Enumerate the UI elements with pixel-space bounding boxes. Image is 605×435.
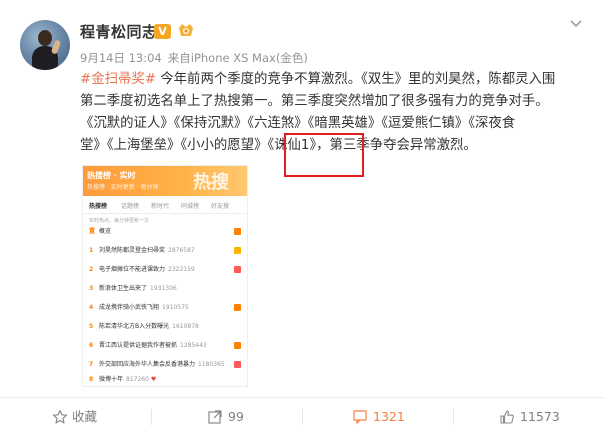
row-hot: 1931306 xyxy=(150,285,177,292)
row-rank: 4 xyxy=(89,304,94,311)
image-tab-1: 话题榜 xyxy=(121,203,140,210)
row-title: 成龙携伴骑小武侠飞翔 xyxy=(99,304,160,311)
image-tab-4: 好友搜 xyxy=(211,203,230,210)
comment-count: 1321 xyxy=(373,409,405,424)
row-rank: 2 xyxy=(89,266,94,273)
image-tabs: 热搜榜 话题榜 新时代 同城榜 好友搜 xyxy=(83,196,247,214)
image-list-row: 4 成龙携伴骑小武侠飞翔 1910575 xyxy=(89,302,243,318)
avatar-arm-shape xyxy=(50,39,62,55)
row-rank: 8 xyxy=(89,376,94,383)
row-hot: 2322159 xyxy=(168,266,195,273)
favorite-label: 收藏 xyxy=(72,409,98,424)
row-tag-icon xyxy=(234,228,241,235)
row-hot: 2876587 xyxy=(168,247,195,254)
row-rank: 置 xyxy=(89,228,96,235)
row-tag-icon xyxy=(234,266,241,273)
row-title: 概览 xyxy=(99,228,112,235)
star-icon xyxy=(52,409,68,424)
row-hot: 1610878 xyxy=(172,323,199,330)
row-tag-icon xyxy=(234,361,241,368)
row-title: 新浪体卫生出来了 xyxy=(99,285,148,292)
row-title: 电子烟摊位不能进课致力 xyxy=(99,266,166,273)
repost-icon xyxy=(208,410,222,424)
post-timestamp-link[interactable]: 9月14日 13:04 xyxy=(80,51,162,65)
row-hot: 1910575 xyxy=(162,304,189,311)
avatar[interactable] xyxy=(20,20,70,70)
row-tag-icon xyxy=(234,304,241,311)
row-rank: 1 xyxy=(89,247,94,254)
hashtag-link[interactable]: #金扫帚奖# xyxy=(80,72,156,87)
post-text-line-3: 《沉默的证人》《保持沉默》《六连煞》《暗黑英雄》《逗爱熊仁镇》《深夜食 xyxy=(80,116,516,131)
image-list-row: 8 微博十年 817260 ♥ xyxy=(89,374,243,386)
row-title: 外交部回应海外华人集会反香港暴力 xyxy=(99,361,196,368)
chevron-down-icon[interactable] xyxy=(568,16,584,32)
post-image[interactable]: 热搜榜 · 实时 热搜榜 · 实时更新 · 每分钟 热搜 热搜榜 话题榜 新时代… xyxy=(82,165,248,387)
like-button[interactable]: 11573 xyxy=(453,398,604,435)
avatar-head-shape xyxy=(38,30,52,46)
row-title: 陈若清华北方B入分数曝光 xyxy=(99,323,170,330)
image-list-row: 1 刘昊然陈都灵登金扫帚奖 2876587 xyxy=(89,245,243,261)
image-sub-note: 实时热点，每分钟更新一次 xyxy=(89,218,150,224)
image-list-row: 7 外交部回应海外华人集会反香港暴力 1180365 xyxy=(89,359,243,375)
post-source-prefix: 来自 xyxy=(167,51,191,65)
thumbs-up-icon xyxy=(500,410,514,424)
favorite-button[interactable]: 收藏 xyxy=(0,398,151,435)
vip-member-icon[interactable] xyxy=(176,22,196,40)
image-banner-title: 热搜 xyxy=(193,172,229,193)
row-hot: 817260 xyxy=(126,376,149,383)
row-tag-icon xyxy=(234,247,241,254)
comment-button[interactable]: 1321 xyxy=(302,398,453,435)
row-rank: 5 xyxy=(89,323,94,330)
row-rank: 7 xyxy=(89,361,94,368)
like-count: 11573 xyxy=(520,409,560,424)
post-text-line-1-rest: 今年前两个季度的竞争不算激烈。《双生》里的刘昊然，陈都灵入围 xyxy=(156,72,556,87)
comment-icon xyxy=(353,410,367,425)
post-text-line-1: #金扫帚奖# 今年前两个季度的竞争不算激烈。《双生》里的刘昊然，陈都灵入围 xyxy=(80,69,580,91)
post-text-line-2: 第二季度初选名单上了热搜第一。第三季度突然增加了很多强有力的竞争对手。 xyxy=(80,94,549,109)
repost-button[interactable]: 99 xyxy=(151,398,302,435)
row-title: 微博十年 xyxy=(99,376,124,383)
user-name-link[interactable]: 程青松同志 xyxy=(80,21,158,42)
image-list-row: 2 电子烟摊位不能进课致力 2322159 xyxy=(89,264,243,280)
image-tab-3: 同城榜 xyxy=(181,203,200,210)
image-list-row: 置概览 xyxy=(89,226,243,242)
row-rank: 3 xyxy=(89,285,94,292)
weibo-post-card: 程青松同志 V 9月14日 13:04 来自iPhone XS Max(金色) #… xyxy=(0,0,605,435)
post-meta: 9月14日 13:04 来自iPhone XS Max(金色) xyxy=(80,50,314,66)
image-banner: 热搜榜 · 实时 热搜榜 · 实时更新 · 每分钟 热搜 xyxy=(83,166,247,196)
verified-badge-icon[interactable]: V xyxy=(154,24,171,39)
post-device: iPhone XS Max(金色) xyxy=(190,51,308,65)
row-hot: 1285443 xyxy=(180,342,207,349)
row-title: 晋江西认提供证据我作者被抓 xyxy=(99,342,178,349)
row-tag-icon xyxy=(234,342,241,349)
image-banner-small-text: 热搜榜 · 实时 xyxy=(87,171,136,180)
image-list-row: 5 陈若清华北方B入分数曝光 1610878 xyxy=(89,321,243,337)
row-rank: 6 xyxy=(89,342,94,349)
image-tab-0: 热搜榜 xyxy=(89,203,108,210)
row-hot: 1180365 xyxy=(198,361,225,368)
image-banner-sub-text: 热搜榜 · 实时更新 · 每分钟 xyxy=(87,184,159,191)
repost-count: 99 xyxy=(228,409,244,424)
image-tab-2: 新时代 xyxy=(151,203,170,210)
row-title: 刘昊然陈都灵登金扫帚奖 xyxy=(99,247,166,254)
image-list-row: 3 新浪体卫生出来了 1931306 xyxy=(89,283,243,299)
heart-icon: ♥ xyxy=(150,376,157,383)
highlight-box xyxy=(284,133,364,177)
image-list-row: 6 晋江西认提供证据我作者被抓 1285443 xyxy=(89,340,243,356)
post-action-bar: 收藏 99 1321 11573 xyxy=(0,397,605,435)
